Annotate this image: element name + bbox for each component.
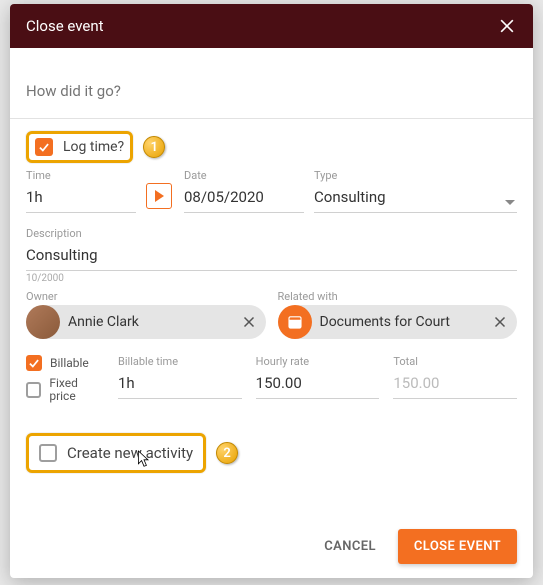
owner-label: Owner (26, 290, 266, 303)
footer: CANCEL CLOSE EVENT (10, 515, 533, 578)
fixed-price-checkbox[interactable] (26, 382, 41, 398)
how-did-it-go-input[interactable] (26, 62, 517, 118)
hourly-rate-label: Hourly rate (256, 355, 380, 368)
description-label: Description (26, 227, 517, 240)
billable-time-input[interactable] (118, 370, 242, 399)
cancel-button[interactable]: CANCEL (312, 531, 388, 562)
play-icon (155, 190, 164, 202)
related-chip[interactable]: Documents for Court (278, 305, 518, 339)
billable-time-label: Billable time (118, 355, 242, 368)
description-input[interactable] (26, 242, 517, 271)
close-event-modal: Close event Log time? 1 Time (10, 4, 533, 578)
type-label: Type (314, 169, 517, 182)
time-label: Time (26, 169, 136, 182)
fixed-price-label: Fixed price (49, 377, 104, 403)
hourly-rate-input[interactable] (256, 370, 380, 399)
billable-label: Billable (50, 356, 89, 370)
total-label: Total (393, 355, 517, 368)
owner-chip[interactable]: Annie Clark (26, 305, 266, 339)
remove-owner-icon[interactable] (240, 313, 258, 331)
remove-related-icon[interactable] (491, 313, 509, 331)
create-activity-checkbox[interactable] (39, 444, 57, 462)
owner-name: Annie Clark (60, 314, 240, 330)
related-label: Related with (278, 290, 518, 303)
date-label: Date (184, 169, 304, 182)
annotation-badge-1: 1 (143, 136, 165, 158)
type-select[interactable] (314, 184, 517, 213)
total-output (393, 370, 517, 399)
chevron-down-icon (505, 200, 515, 205)
description-counter: 10/2000 (26, 273, 517, 284)
create-activity-highlight: Create new activity (26, 433, 206, 473)
time-input[interactable] (26, 184, 136, 213)
log-time-checkbox[interactable] (35, 138, 53, 156)
modal-title: Close event (26, 17, 104, 35)
calendar-icon (278, 305, 312, 339)
close-icon[interactable] (497, 16, 517, 36)
avatar (26, 305, 60, 339)
cursor-icon (136, 449, 152, 469)
billable-checkbox[interactable] (26, 355, 42, 371)
annotation-badge-2: 2 (216, 442, 238, 464)
create-activity-label: Create new activity (67, 444, 193, 462)
play-button[interactable] (146, 183, 172, 209)
log-time-highlight: Log time? (26, 131, 133, 163)
close-event-button[interactable]: CLOSE EVENT (398, 529, 517, 564)
log-time-label: Log time? (63, 139, 124, 155)
titlebar: Close event (10, 4, 533, 48)
related-name: Documents for Court (312, 314, 492, 330)
date-input[interactable] (184, 184, 304, 213)
